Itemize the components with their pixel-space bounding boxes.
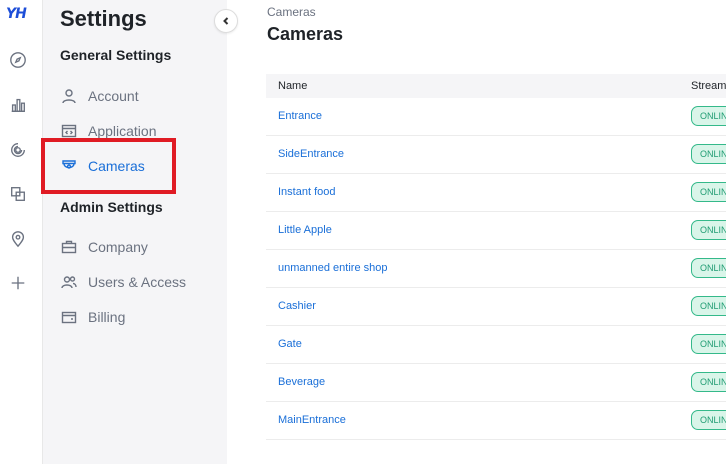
status-badge: ONLINE bbox=[691, 410, 726, 430]
status-badge: ONLINE bbox=[691, 182, 726, 202]
status-badge: ONLINE bbox=[691, 144, 726, 164]
table-header: Name Stream bbox=[266, 74, 726, 98]
camera-name-link[interactable]: Entrance bbox=[278, 110, 322, 122]
table-row[interactable]: Cashier ONLINE bbox=[266, 288, 726, 326]
table-row[interactable]: unmanned entire shop ONLINE bbox=[266, 250, 726, 288]
camera-name-link[interactable]: Instant food bbox=[278, 186, 336, 198]
nav-item-label: Account bbox=[88, 88, 139, 104]
bar-chart-icon[interactable] bbox=[8, 95, 28, 115]
nav-item-application[interactable]: Application bbox=[60, 119, 157, 143]
nav-item-label: Company bbox=[88, 239, 148, 255]
status-badge: ONLINE bbox=[691, 372, 726, 392]
nav-item-billing[interactable]: Billing bbox=[60, 305, 125, 329]
users-icon bbox=[60, 273, 78, 291]
table-row[interactable]: SideEntrance ONLINE bbox=[266, 136, 726, 174]
status-badge: ONLINE bbox=[691, 334, 726, 354]
nav-item-company[interactable]: Company bbox=[60, 235, 148, 259]
table-row[interactable]: Entrance ONLINE bbox=[266, 98, 726, 136]
plus-icon[interactable] bbox=[8, 273, 28, 293]
wallet-icon bbox=[60, 308, 78, 326]
table-row[interactable]: Beverage ONLINE bbox=[266, 364, 726, 402]
nav-item-label: Application bbox=[88, 123, 157, 139]
status-badge: ONLINE bbox=[691, 106, 726, 126]
page-title: Cameras bbox=[267, 24, 344, 44]
camera-name-link[interactable]: Gate bbox=[278, 338, 302, 350]
camera-icon bbox=[60, 157, 78, 175]
table-row[interactable]: MainEntrance ONLINE bbox=[266, 402, 726, 440]
nav-item-label: Cameras bbox=[88, 158, 145, 174]
table-row[interactable]: Little Apple ONLINE bbox=[266, 212, 726, 250]
general-settings-heading: General Settings bbox=[60, 47, 172, 63]
camera-name-link[interactable]: unmanned entire shop bbox=[278, 262, 387, 274]
nav-item-account[interactable]: Account bbox=[60, 84, 139, 108]
status-badge: ONLINE bbox=[691, 296, 726, 316]
briefcase-icon bbox=[60, 238, 78, 256]
settings-panel: Settings General Settings Account Applic… bbox=[43, 0, 227, 464]
code-window-icon bbox=[60, 122, 78, 140]
admin-settings-heading: Admin Settings bbox=[60, 199, 163, 215]
nav-item-label: Users & Access bbox=[88, 274, 187, 290]
camera-name-link[interactable]: MainEntrance bbox=[278, 414, 346, 426]
table-row[interactable]: Gate ONLINE bbox=[266, 326, 726, 364]
camera-name-link[interactable]: Little Apple bbox=[278, 224, 332, 236]
camera-name-link[interactable]: Beverage bbox=[278, 376, 325, 388]
copy-icon[interactable] bbox=[8, 184, 28, 204]
icon-rail: YH bbox=[0, 0, 43, 464]
main-content: Cameras Cameras Name Stream Entrance ONL… bbox=[227, 0, 726, 464]
nav-item-cameras[interactable]: Cameras bbox=[60, 154, 145, 178]
app-logo[interactable]: YH bbox=[6, 6, 32, 26]
table-row[interactable]: Instant food ONLINE bbox=[266, 174, 726, 212]
settings-title: Settings bbox=[60, 6, 147, 31]
status-badge: ONLINE bbox=[691, 258, 726, 278]
user-icon bbox=[60, 87, 78, 105]
column-header-stream: Stream bbox=[691, 80, 726, 92]
status-badge: ONLINE bbox=[691, 220, 726, 240]
camera-name-link[interactable]: Cashier bbox=[278, 300, 316, 312]
camera-name-link[interactable]: SideEntrance bbox=[278, 148, 344, 160]
column-header-name: Name bbox=[278, 80, 308, 92]
radar-icon[interactable] bbox=[8, 140, 28, 160]
location-pin-icon[interactable] bbox=[8, 229, 28, 249]
compass-icon[interactable] bbox=[8, 50, 28, 70]
breadcrumb[interactable]: Cameras bbox=[267, 5, 316, 19]
nav-item-label: Billing bbox=[88, 309, 126, 325]
nav-item-users-access[interactable]: Users & Access bbox=[60, 270, 186, 294]
